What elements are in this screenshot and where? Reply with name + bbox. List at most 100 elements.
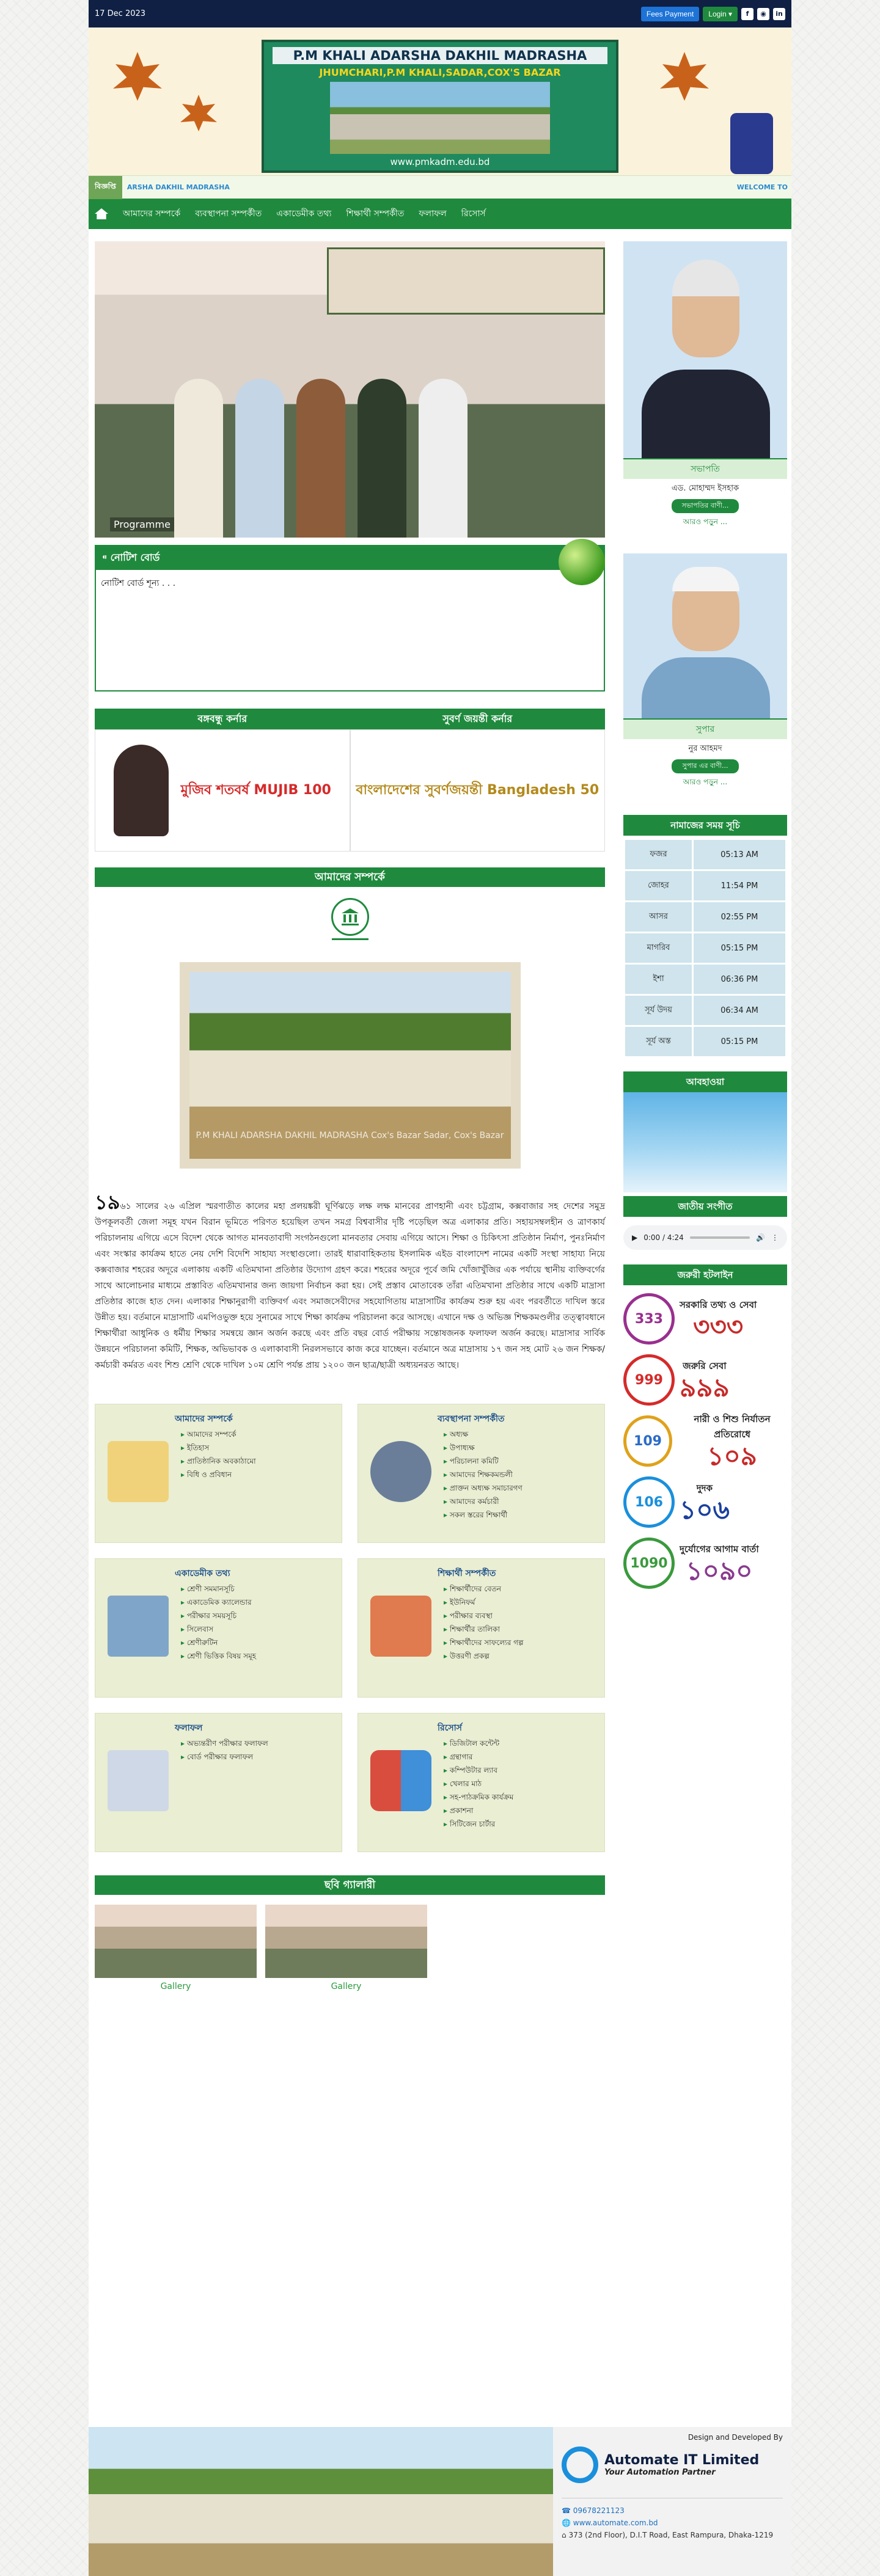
card-link[interactable]: অভ্যন্তরীণ পরীক্ষার ফলাফল — [181, 1737, 268, 1750]
school-name-board: P.M KHALI ADARSHA DAKHIL MADRASHA JHUMCH… — [262, 40, 618, 173]
card-link[interactable]: উত্তরণী প্রকল্প — [444, 1649, 524, 1663]
about-photo-caption: P.M KHALI ADARSHA DAKHIL MADRASHA Cox's … — [196, 1131, 504, 1140]
more-options-icon[interactable]: ⋮ — [771, 1233, 779, 1242]
nav-management[interactable]: ব্যবস্থাপনা সম্পর্কীত — [195, 206, 262, 221]
main-nav: আমাদের সম্পর্কে ব্যবস্থাপনা সম্পর্কীত এক… — [89, 199, 791, 229]
card-link[interactable]: পরিচালনা কমিটি — [444, 1454, 522, 1468]
card-link[interactable]: প্রকাশনা — [444, 1804, 513, 1817]
card-link[interactable]: ইউনিফর্ম — [444, 1596, 524, 1609]
ticker-text-left[interactable]: ARSHA DAKHIL MADRASHA — [127, 183, 230, 191]
hotline-333[interactable]: 333 সরকারি তথ্য ও সেবা ৩৩৩ — [623, 1291, 787, 1346]
school-building-image — [330, 82, 550, 154]
gallery-link[interactable]: Gallery — [95, 1982, 257, 1991]
card-link[interactable]: কম্পিউটার ল্যাব — [444, 1764, 513, 1777]
fees-payment-button[interactable]: Fees Payment — [640, 6, 700, 21]
card-link[interactable]: সহ-পাঠক্রমিক কার্যক্রম — [444, 1790, 513, 1804]
card-link[interactable]: বিধি ও প্রবিধান — [181, 1468, 256, 1481]
hotline-109[interactable]: 109 নারী ও শিশু নির্যাতন প্রতিরোধে ১০৯ — [623, 1414, 787, 1470]
facebook-icon[interactable]: f — [741, 7, 754, 20]
footer: Design and Developed By Automate IT Limi… — [89, 2427, 791, 2576]
card-link[interactable]: বোর্ড পরীক্ষার ফলাফল — [181, 1750, 268, 1764]
info-cards: আমাদের সম্পর্কে আমাদের সম্পর্কে ইতিহাস প… — [95, 1404, 605, 1852]
table-row: মাগরিব 05:15 PM — [625, 933, 785, 963]
play-icon[interactable]: ▶ — [632, 1233, 637, 1242]
login-button[interactable]: Login ▾ — [703, 6, 738, 21]
slider-event-banner — [327, 247, 605, 315]
card-link[interactable]: প্রাক্তন অধ্যক্ষ সমাচারগণ — [444, 1481, 522, 1495]
nav-about[interactable]: আমাদের সম্পর্কে — [123, 206, 180, 221]
institution-icon — [331, 898, 369, 936]
hotline-1090[interactable]: 1090 দুর্যোগের আগাম বার্তা ১০৯০ — [623, 1536, 787, 1591]
drop-cap: ১৯ — [95, 1191, 120, 1214]
developer-phone[interactable]: ☎ 09678221123 — [562, 2505, 783, 2517]
hotline-106[interactable]: 106 দুদক ১০৬ — [623, 1475, 787, 1530]
school-title: P.M KHALI ADARSHA DAKHIL MADRASHA — [273, 47, 607, 64]
card-link[interactable]: ইতিহাস — [181, 1441, 256, 1454]
card-link[interactable]: প্রাতিষ্ঠানিক অবকাঠামো — [181, 1454, 256, 1468]
mujib-100-logo: মুজিব শতবর্ষ MUJIB 100 — [95, 729, 350, 852]
gallery-item[interactable]: Gallery — [265, 1905, 427, 1991]
super-read-more[interactable]: আরও পড়ুন ... — [623, 777, 787, 789]
gallery-link[interactable]: Gallery — [265, 1982, 427, 1991]
volume-icon[interactable]: 🔊 — [756, 1233, 765, 1242]
card-link[interactable]: পরীক্ষার ব্যবস্থা — [444, 1609, 524, 1622]
ticker-text-right[interactable]: WELCOME TO — [737, 183, 788, 191]
bangabandhu-corner[interactable]: বঙ্গবন্ধু কর্নার মুজিব শতবর্ষ MUJIB 100 — [95, 709, 350, 852]
about-photo: P.M KHALI ADARSHA DAKHIL MADRASHA Cox's … — [179, 962, 521, 1169]
card-link[interactable]: পরীক্ষার সময়সূচি — [181, 1609, 256, 1622]
card-link[interactable]: অধ্যক্ষ — [444, 1428, 522, 1441]
audio-progress-bar[interactable] — [689, 1236, 750, 1239]
corners: বঙ্গবন্ধু কর্নার মুজিব শতবর্ষ MUJIB 100 … — [95, 709, 605, 852]
card-link[interactable]: একাডেমিক ক্যালেন্ডার — [181, 1596, 256, 1609]
linkedin-icon[interactable]: in — [773, 7, 785, 20]
nav-academic[interactable]: একাডেমীক তথ্য — [276, 206, 331, 221]
super-message-button[interactable]: সুপার এর বাণী... — [672, 759, 739, 773]
card-link[interactable]: আমাদের শিক্ষকমন্ডলী — [444, 1468, 522, 1481]
gallery-item[interactable]: Gallery — [95, 1905, 257, 1991]
photo-slider[interactable]: Programme — [95, 241, 605, 538]
president-role: সভাপতি — [623, 458, 787, 479]
golden-jubilee-corner[interactable]: সুবর্ণ জয়ন্তী কর্নার বাংলাদেশের সুবর্ণজ… — [350, 709, 605, 852]
card-link[interactable]: শিক্ষার্থীর তালিকা — [444, 1622, 524, 1636]
table-row: জোহর 11:54 PM — [625, 871, 785, 900]
card-link[interactable]: শ্রেণী ভিত্তিক বিষয় সমূহ — [181, 1649, 256, 1663]
hotline-box: জরুরী হটলাইন 333 সরকারি তথ্য ও সেবা ৩৩৩ 9… — [623, 1264, 787, 1591]
nav-resources[interactable]: রিসোর্স — [461, 206, 486, 221]
card-link[interactable]: ডিজিটাল কন্টেন্ট — [444, 1737, 513, 1750]
pencil-holder-icon — [730, 113, 773, 174]
card-link[interactable]: শিক্ষার্থীদের বেতন — [444, 1582, 524, 1596]
slider-caption: Programme — [110, 517, 174, 531]
developer-logo[interactable]: Automate IT Limited Your Automation Part… — [562, 2446, 783, 2483]
card-link[interactable]: শ্রেণী সমমানসূচি — [181, 1582, 256, 1596]
table-row: আসর 02:55 PM — [625, 902, 785, 932]
card-link[interactable]: খেলার মাঠ — [444, 1777, 513, 1790]
card-link[interactable]: আমাদের কর্মচারী — [444, 1495, 522, 1508]
card-link[interactable]: শিক্ষার্থীদের সাফল্যের গল্প — [444, 1636, 524, 1649]
card-link[interactable]: শ্রেণীরুটিন — [181, 1636, 256, 1649]
developer-website[interactable]: 🌐 www.automate.com.bd — [562, 2517, 783, 2529]
card-link[interactable]: উপাধ্যক্ষ — [444, 1441, 522, 1454]
developer-tagline: Your Automation Partner — [604, 2468, 716, 2477]
hotline-999[interactable]: 999 জরুরি সেবা ৯৯৯ — [623, 1352, 787, 1407]
home-icon[interactable] — [95, 208, 108, 219]
super-name: নুর আহমদ — [688, 744, 722, 753]
slider-person — [419, 379, 468, 538]
card-link[interactable]: আমাদের সম্পর্কে — [181, 1428, 256, 1441]
ticker-label: বিজ্ঞপ্তি — [89, 175, 122, 199]
weather-image — [623, 1092, 787, 1192]
card-link[interactable]: গ্রন্থাগার — [444, 1750, 513, 1764]
phone-109-icon: 109 — [623, 1415, 673, 1467]
card-link[interactable]: সিটিজেন চার্টার — [444, 1817, 513, 1831]
nav-students[interactable]: শিক্ষার্থী সম্পর্কীত — [346, 206, 404, 221]
table-row: সূর্য অস্ত 05:15 PM — [625, 1027, 785, 1056]
phone-999-icon: 999 — [623, 1354, 675, 1406]
anthem-audio-player[interactable]: ▶ 0:00 / 4:24 🔊 ⋮ — [623, 1225, 787, 1250]
president-message-button[interactable]: সভাপতির বাণী... — [672, 499, 739, 513]
president-read-more[interactable]: আরও পড়ুন ... — [623, 517, 787, 529]
card-link[interactable]: সকল স্তরের শিক্ষার্থী — [444, 1508, 522, 1522]
card-link[interactable]: সিলেবাস — [181, 1622, 256, 1636]
nav-results[interactable]: ফলাফল — [419, 206, 446, 221]
super-role: সুপার — [623, 718, 787, 739]
result-sheet-icon — [108, 1750, 169, 1811]
youtube-icon[interactable]: ◉ — [757, 7, 769, 20]
